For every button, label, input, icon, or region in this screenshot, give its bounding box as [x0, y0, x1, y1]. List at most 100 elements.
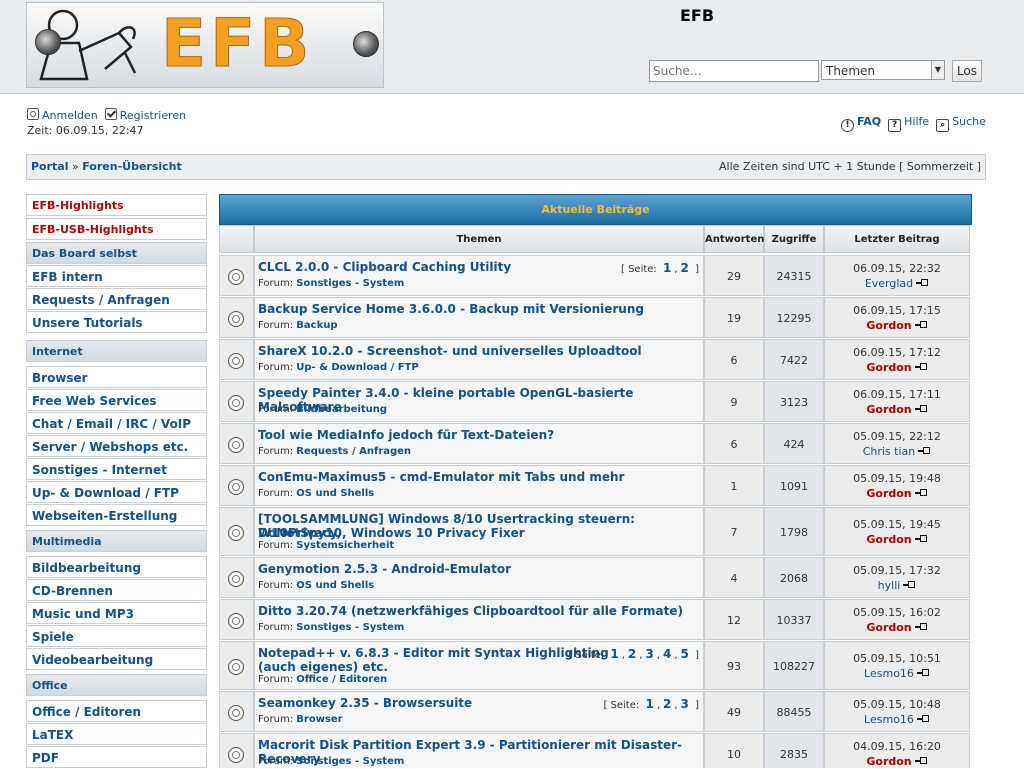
topic-forum-link[interactable]: Systemsicherheit	[296, 540, 394, 551]
sidebar-item[interactable]: LaTEX	[26, 723, 207, 745]
topic-forum-link[interactable]: Up- & Download / FTP	[296, 362, 418, 373]
author-link[interactable]: Gordon	[866, 403, 911, 416]
topic-forum-link[interactable]: Requests / Anfragen	[296, 446, 411, 457]
author-link[interactable]: Gordon	[866, 621, 911, 634]
help-link[interactable]: ? Hilfe	[888, 115, 929, 132]
sidebar-item[interactable]: Up- & Download / FTP	[26, 481, 207, 503]
author-link[interactable]: Gordon	[866, 487, 911, 500]
sidebar-item[interactable]: Spiele	[26, 625, 207, 647]
topic-forum-link[interactable]: Browser	[296, 714, 342, 725]
topic-title-link[interactable]: ShareX 10.2.0 - Screenshot- und universe…	[258, 344, 642, 358]
topic-forum-link[interactable]: Bildbearbeitung	[296, 404, 387, 415]
topic-icon-cell	[219, 507, 254, 556]
topic-title-link[interactable]: Genymotion 2.5.3 - Android-Emulator	[258, 562, 511, 576]
sidebar-item[interactable]: PDF	[26, 746, 207, 768]
topic-forum-link[interactable]: Sonstiges - System	[296, 278, 404, 289]
go-to-post-icon[interactable]	[916, 714, 930, 724]
login-link[interactable]: Anmelden	[27, 108, 98, 122]
last-post-date: 06.09.15, 22:32	[853, 261, 941, 275]
go-to-post-icon[interactable]	[914, 488, 928, 498]
author-link[interactable]: Everglad	[865, 277, 913, 290]
faq-label: FAQ	[857, 115, 882, 128]
sidebar-category: Multimedia	[26, 530, 207, 552]
go-to-post-icon[interactable]	[916, 278, 929, 288]
author-link[interactable]: Gordon	[866, 319, 911, 332]
topic-title-link[interactable]: CLCL 2.0.0 - Clipboard Caching Utility	[258, 260, 511, 274]
topic-title-link[interactable]: (auch eigenes) etc.	[258, 660, 388, 674]
page-link[interactable]: 2	[681, 261, 689, 275]
author-link[interactable]: Lesmo16	[864, 667, 914, 680]
sidebar-item[interactable]: Unsere Tutorials	[26, 311, 207, 333]
page-link[interactable]: 2	[663, 697, 671, 711]
go-to-post-icon[interactable]	[914, 756, 928, 766]
go-to-post-icon[interactable]	[914, 622, 928, 632]
author-link[interactable]: Chris tian	[863, 445, 916, 458]
page-link[interactable]: 4	[663, 647, 671, 661]
topic-forum-link[interactable]: Backup	[296, 320, 337, 331]
topic-forum-link[interactable]: Sonstiges - System	[296, 622, 404, 633]
sidebar-item[interactable]: EFB-Highlights	[26, 194, 207, 216]
breadcrumb-portal[interactable]: Portal	[31, 160, 69, 173]
author-link[interactable]: Gordon	[866, 533, 911, 546]
go-to-post-icon[interactable]	[903, 580, 916, 590]
sidebar-item[interactable]: Requests / Anfragen	[26, 288, 207, 310]
topic-forum-link[interactable]: Office / Editoren	[296, 674, 387, 685]
sidebar-item[interactable]: Sonstiges - Internet	[26, 458, 207, 480]
sidebar-item[interactable]: Free Web Services	[26, 389, 207, 411]
topic-title-link[interactable]: Backup Service Home 3.6.0.0 - Backup mit…	[258, 302, 644, 316]
topic-read-icon	[228, 352, 244, 369]
search-button[interactable]: Los	[952, 60, 982, 82]
forum-prefix-label: Forum:	[258, 756, 294, 767]
page-link[interactable]: 1	[610, 647, 618, 661]
views-cell: 7422	[764, 339, 824, 380]
go-to-post-icon[interactable]	[916, 668, 930, 678]
sidebar-item[interactable]: Music und MP3	[26, 602, 207, 624]
sidebar-item[interactable]: Server / Webshops etc.	[26, 435, 207, 457]
sidebar-item[interactable]: Videobearbeitung	[26, 648, 207, 670]
page-link[interactable]: 3	[645, 647, 653, 661]
topic-title-link[interactable]: Seamonkey 2.35 - Browsersuite	[258, 696, 472, 710]
topic-title-link[interactable]: DoNotSpy10, Windows 10 Privacy Fixer	[258, 526, 525, 540]
search-scope-select[interactable]: Themen ▼	[821, 60, 945, 80]
sidebar-item[interactable]: Webseiten-Erstellung	[26, 504, 207, 526]
topic-title-link[interactable]: Ditto 3.20.74 (netzwerkfähiges Clipboard…	[258, 604, 683, 618]
register-link[interactable]: Registrieren	[104, 108, 186, 122]
sidebar-item[interactable]: EFB intern	[26, 265, 207, 287]
author-link[interactable]: hylli	[878, 579, 901, 592]
topic-forum-link[interactable]: OS und Shells	[296, 488, 374, 499]
topic-forum-link[interactable]: Sonstiges - System	[296, 756, 404, 767]
site-logo[interactable]: EFB	[26, 2, 384, 88]
replies-cell: 10	[704, 733, 764, 768]
breadcrumb-forum-index[interactable]: Foren-Übersicht	[82, 160, 182, 173]
sidebar-item[interactable]: CD-Brennen	[26, 579, 207, 601]
topic-read-icon	[228, 394, 244, 411]
author-link[interactable]: Gordon	[866, 755, 911, 768]
page-link[interactable]: 1	[645, 697, 653, 711]
go-to-post-icon[interactable]	[914, 362, 928, 372]
faq-link[interactable]: ! FAQ	[841, 115, 882, 132]
search-link[interactable]: ⌕ Suche	[936, 115, 986, 132]
topic-title-link[interactable]: Notepad++ v. 6.8.3 - Editor mit Syntax H…	[258, 646, 609, 660]
topic-title-link[interactable]: ConEmu-Maximus5 - cmd-Emulator mit Tabs …	[258, 470, 624, 484]
topic-forum: Forum: Browser	[258, 714, 343, 725]
sidebar-item[interactable]: Chat / Email / IRC / VoIP etc.	[26, 412, 207, 453]
search-input[interactable]	[649, 60, 819, 82]
replies-cell: 93	[704, 641, 764, 690]
sidebar-item[interactable]: EFB-USB-Highlights	[26, 218, 207, 240]
page-link[interactable]: 1	[663, 261, 671, 275]
author-link[interactable]: Gordon	[866, 361, 911, 374]
topic-title-link[interactable]: Tool wie MediaInfo jedoch für Text-Datei…	[258, 428, 554, 442]
page-link[interactable]: 3	[681, 697, 689, 711]
page-link[interactable]: 5	[681, 647, 689, 661]
sidebar-item[interactable]: Browser	[26, 366, 207, 388]
author-link[interactable]: Lesmo16	[864, 713, 914, 726]
sidebar-item[interactable]: Office / Editoren	[26, 700, 207, 722]
sidebar-item[interactable]: Bildbearbeitung	[26, 556, 207, 578]
help-links: ! FAQ ? Hilfe ⌕ Suche	[841, 115, 986, 132]
go-to-post-icon[interactable]	[918, 446, 931, 456]
page-link[interactable]: 2	[628, 647, 636, 661]
go-to-post-icon[interactable]	[914, 534, 928, 544]
go-to-post-icon[interactable]	[914, 404, 928, 414]
topic-forum-link[interactable]: OS und Shells	[296, 580, 374, 591]
go-to-post-icon[interactable]	[914, 320, 928, 330]
